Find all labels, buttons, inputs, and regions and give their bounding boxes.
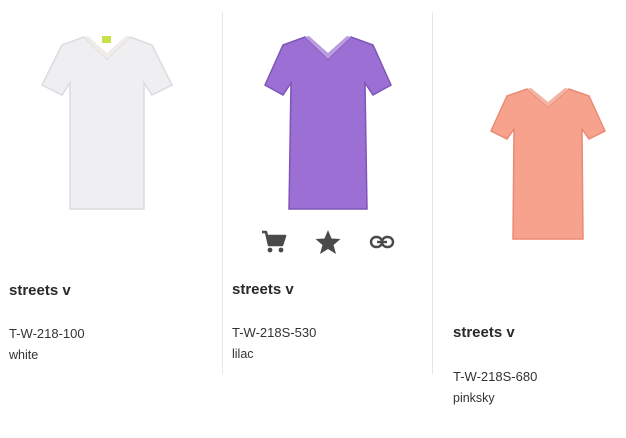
favorite-button[interactable] — [315, 229, 341, 255]
product-sku: T-W-218-100 — [9, 326, 85, 341]
product-color-name: white — [9, 348, 39, 362]
tshirt-shape — [490, 88, 606, 240]
product-sku: T-W-218S-530 — [232, 325, 317, 340]
product-title[interactable]: streets v — [453, 324, 515, 341]
product-card[interactable]: streets v T-W-218S-680 pinksky — [433, 0, 626, 438]
product-color-name: pinksky — [453, 391, 495, 405]
product-title[interactable]: streets v — [232, 281, 294, 298]
product-actions — [261, 229, 395, 255]
add-to-cart-button[interactable] — [261, 229, 287, 255]
tshirt-shape — [264, 36, 392, 210]
product-grid: streets v T-W-218-100 white streets v T-… — [0, 0, 626, 438]
product-title[interactable]: streets v — [9, 282, 71, 299]
product-image[interactable] — [263, 33, 393, 213]
cart-icon — [262, 230, 287, 253]
product-sku: T-W-218S-680 — [453, 369, 538, 384]
product-card[interactable]: streets v T-W-218S-530 lilac — [223, 0, 432, 438]
star-icon — [315, 230, 341, 254]
brand-tag-icon — [102, 36, 111, 43]
product-image[interactable] — [40, 33, 174, 213]
tshirt-shape — [40, 36, 174, 210]
product-color-name: lilac — [232, 347, 254, 361]
product-card[interactable]: streets v T-W-218-100 white — [0, 0, 222, 438]
copy-link-button[interactable] — [369, 229, 395, 255]
link-icon — [369, 235, 395, 249]
product-image[interactable] — [489, 85, 607, 243]
